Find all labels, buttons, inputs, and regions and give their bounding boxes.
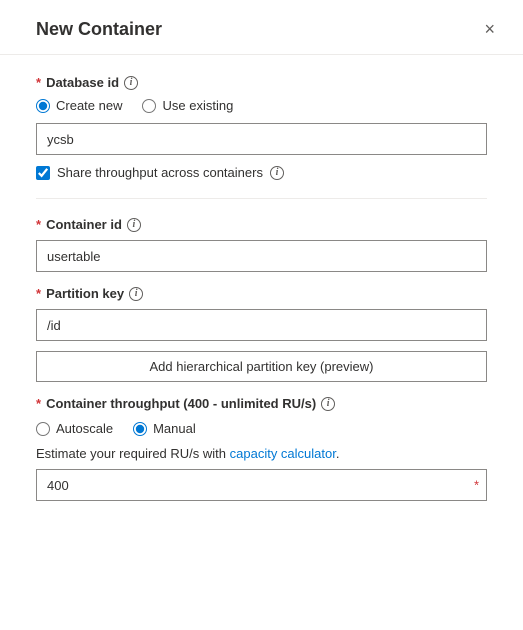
use-existing-label: Use existing xyxy=(162,98,233,113)
database-id-label-text: Database id xyxy=(46,75,119,90)
throughput-label-text: Container throughput (400 - unlimited RU… xyxy=(46,396,316,411)
capacity-calculator-link[interactable]: capacity calculator xyxy=(230,446,336,461)
section-divider xyxy=(36,198,487,199)
throughput-label: * Container throughput (400 - unlimited … xyxy=(36,396,487,411)
database-id-radio-group: Create new Use existing xyxy=(36,98,487,113)
share-throughput-info-icon[interactable]: i xyxy=(270,166,284,180)
container-id-info-icon[interactable]: i xyxy=(127,218,141,232)
estimate-suffix: . xyxy=(336,446,340,461)
new-container-dialog: New Container × * Database id i Create n… xyxy=(0,0,523,630)
use-existing-option[interactable]: Use existing xyxy=(142,98,233,113)
manual-option[interactable]: Manual xyxy=(133,421,196,436)
share-throughput-label: Share throughput across containers xyxy=(57,165,263,180)
autoscale-option[interactable]: Autoscale xyxy=(36,421,113,436)
database-id-section: * Database id i Create new Use existing … xyxy=(36,75,487,180)
create-new-option[interactable]: Create new xyxy=(36,98,122,113)
partition-key-required: * xyxy=(36,286,41,301)
dialog-header: New Container × xyxy=(0,0,523,55)
partition-key-section: * Partition key i Add hierarchical parti… xyxy=(36,286,487,382)
database-id-input[interactable] xyxy=(36,123,487,155)
container-id-label-text: Container id xyxy=(46,217,122,232)
partition-key-label: * Partition key i xyxy=(36,286,487,301)
autoscale-label: Autoscale xyxy=(56,421,113,436)
database-id-info-icon[interactable]: i xyxy=(124,76,138,90)
partition-key-info-icon[interactable]: i xyxy=(129,287,143,301)
create-new-label: Create new xyxy=(56,98,122,113)
estimate-text: Estimate your required RU/s with capacit… xyxy=(36,446,487,461)
throughput-info-icon[interactable]: i xyxy=(321,397,335,411)
throughput-section: * Container throughput (400 - unlimited … xyxy=(36,396,487,501)
container-id-required: * xyxy=(36,217,41,232)
close-button[interactable]: × xyxy=(476,16,503,42)
share-throughput-checkbox[interactable] xyxy=(36,166,50,180)
throughput-required: * xyxy=(36,396,41,411)
dialog-title: New Container xyxy=(36,19,162,40)
use-existing-radio[interactable] xyxy=(142,99,156,113)
create-new-radio[interactable] xyxy=(36,99,50,113)
container-id-label: * Container id i xyxy=(36,217,487,232)
throughput-radio-group: Autoscale Manual xyxy=(36,421,487,436)
manual-radio[interactable] xyxy=(133,422,147,436)
container-id-section: * Container id i xyxy=(36,217,487,272)
throughput-input-required: * xyxy=(474,478,479,493)
manual-label: Manual xyxy=(153,421,196,436)
partition-key-label-text: Partition key xyxy=(46,286,124,301)
database-id-required: * xyxy=(36,75,41,90)
estimate-prefix: Estimate your required RU/s with xyxy=(36,446,230,461)
throughput-input-wrapper: * xyxy=(36,469,487,501)
dialog-body: * Database id i Create new Use existing … xyxy=(0,55,523,521)
container-id-input[interactable] xyxy=(36,240,487,272)
share-throughput-group: Share throughput across containers i xyxy=(36,165,487,180)
autoscale-radio[interactable] xyxy=(36,422,50,436)
partition-key-input[interactable] xyxy=(36,309,487,341)
add-partition-key-button[interactable]: Add hierarchical partition key (preview) xyxy=(36,351,487,382)
database-id-label: * Database id i xyxy=(36,75,487,90)
throughput-input[interactable] xyxy=(36,469,487,501)
